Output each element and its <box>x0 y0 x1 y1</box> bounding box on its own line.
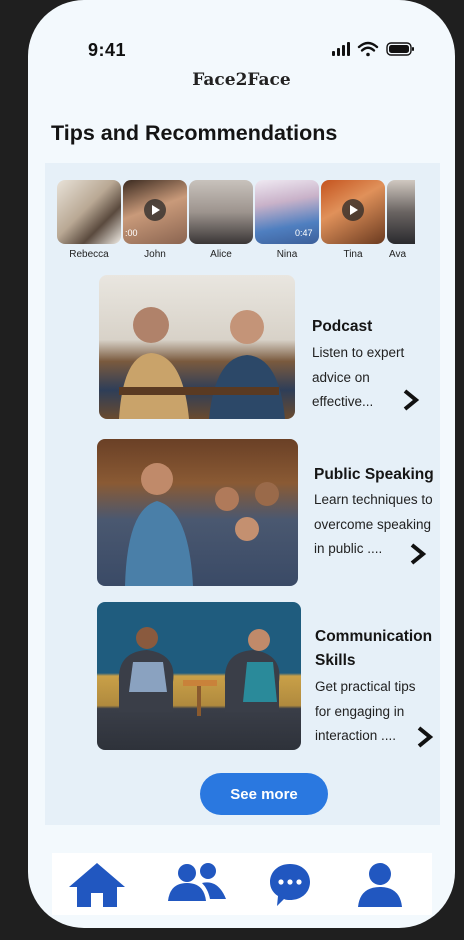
story-item[interactable]: Ava <box>387 180 415 260</box>
communication-skills-illustration <box>118 627 280 716</box>
play-icon[interactable] <box>144 199 166 221</box>
story-row[interactable]: Rebecca :00 John Alice 0:47 Nina Tina Av… <box>57 180 415 270</box>
story-name: Alice <box>210 249 232 260</box>
battery-icon <box>386 42 414 56</box>
video-duration: :00 <box>125 228 138 238</box>
profile-icon[interactable] <box>356 861 404 907</box>
status-icons <box>332 41 414 57</box>
card-description-line: Learn techniques to <box>314 492 433 507</box>
story-thumbnail[interactable]: :00 <box>123 180 187 244</box>
story-thumbnail[interactable]: 0:47 <box>255 180 319 244</box>
card-title-line: Skills <box>315 652 356 669</box>
story-item[interactable]: Alice <box>189 180 253 260</box>
story-thumbnail[interactable] <box>387 180 415 244</box>
story-thumbnail[interactable] <box>189 180 253 244</box>
status-time: 9:41 <box>88 40 127 60</box>
play-icon[interactable] <box>342 199 364 221</box>
app-title: Face2Face <box>192 70 291 90</box>
card-title-line: Communication <box>315 628 433 645</box>
card-title: Communication Skills <box>315 625 432 673</box>
nav-community[interactable] <box>165 857 229 911</box>
story-item[interactable]: Rebecca <box>57 180 121 260</box>
bottom-nav <box>52 853 432 915</box>
communication-skills-image[interactable] <box>97 602 301 750</box>
nav-profile[interactable] <box>348 857 412 911</box>
chevron-right-icon[interactable] <box>407 542 429 566</box>
public-speaking-image[interactable] <box>97 439 298 586</box>
nav-messages[interactable] <box>258 857 322 911</box>
story-name: Tina <box>343 249 363 260</box>
section-title: Tips and Recommendations <box>51 121 338 145</box>
podcast-illustration <box>119 307 285 419</box>
phone-screen: 9:41 Face2Face Tips and Recommendations … <box>28 0 455 928</box>
chevron-right-icon[interactable] <box>414 725 436 749</box>
card-description-line: Listen to expert <box>312 345 405 360</box>
recommendations-panel: Rebecca :00 John Alice 0:47 Nina Tina Av… <box>45 163 440 825</box>
card-description-line: Get practical tips <box>315 679 416 694</box>
card-description-line: for engaging in <box>315 703 405 719</box>
card-title: Public Speaking <box>314 466 434 483</box>
story-name: Rebecca <box>69 249 109 260</box>
story-name: Nina <box>276 249 298 260</box>
chevron-right-icon[interactable] <box>400 388 422 412</box>
story-thumbnail[interactable] <box>57 180 121 244</box>
home-icon[interactable] <box>67 859 127 909</box>
story-item[interactable]: 0:47 Nina <box>255 180 319 260</box>
story-name: John <box>144 249 166 260</box>
video-duration: 0:47 <box>295 228 313 238</box>
podcast-image[interactable] <box>99 275 295 419</box>
signal-icon <box>332 42 350 56</box>
story-name: Ava <box>389 249 407 260</box>
story-item[interactable]: :00 John <box>123 180 187 260</box>
card-title: Podcast <box>312 318 373 335</box>
people-icon[interactable] <box>166 861 228 907</box>
see-more-button[interactable]: See more <box>200 773 328 815</box>
public-speaking-illustration <box>125 463 279 586</box>
story-thumbnail[interactable] <box>321 180 385 244</box>
card-description-line: advice on <box>312 369 370 385</box>
story-item[interactable]: Tina <box>321 180 385 260</box>
nav-home[interactable] <box>65 857 129 911</box>
chat-icon[interactable] <box>267 860 313 908</box>
wifi-icon <box>357 41 379 57</box>
card-description-line: overcome speaking <box>314 516 432 532</box>
